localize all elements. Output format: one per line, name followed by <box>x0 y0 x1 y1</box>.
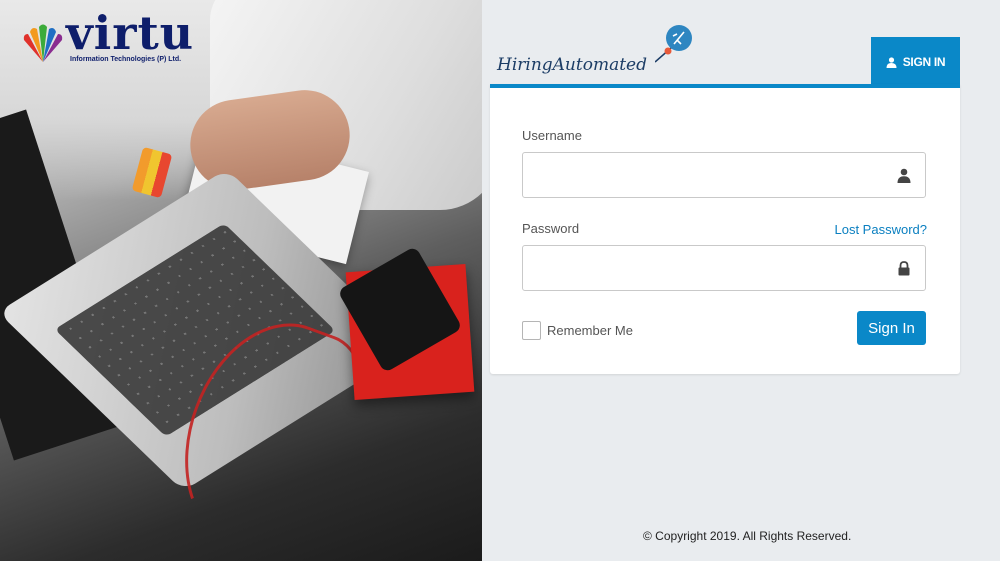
remember-me[interactable]: Remember Me <box>522 321 633 340</box>
username-field[interactable] <box>522 152 926 198</box>
tab-sign-in-label: SIGN IN <box>902 55 946 69</box>
lost-password-link[interactable]: Lost Password? <box>835 222 928 237</box>
sign-in-button[interactable]: Sign In <box>857 311 926 345</box>
product-logo: HiringAutomated <box>497 22 697 82</box>
product-name: HiringAutomated <box>497 55 647 75</box>
password-input[interactable] <box>523 246 925 290</box>
username-input[interactable] <box>523 153 925 197</box>
logo-fan-icon <box>23 24 63 62</box>
brand-name: virtu <box>66 6 195 60</box>
user-icon <box>886 56 897 68</box>
virtu-logo: virtu Information Technologies (P) Ltd. <box>18 6 208 70</box>
brand-tagline: Information Technologies (P) Ltd. <box>70 56 182 63</box>
copyright-text: © Copyright 2019. All Rights Reserved. <box>643 529 852 543</box>
username-label: Username <box>522 128 582 143</box>
hero-photo: virtu Information Technologies (P) Ltd. <box>0 0 482 561</box>
login-card: Username Password Lost Password? Remembe… <box>490 84 960 374</box>
remember-me-label: Remember Me <box>547 323 633 338</box>
tab-sign-in[interactable]: SIGN IN <box>871 37 960 87</box>
lock-icon <box>898 261 910 276</box>
password-label: Password <box>522 221 580 236</box>
lightbulb-icon <box>655 25 692 63</box>
user-icon <box>897 168 911 183</box>
password-field[interactable] <box>522 245 926 291</box>
remember-me-checkbox[interactable] <box>522 321 541 340</box>
